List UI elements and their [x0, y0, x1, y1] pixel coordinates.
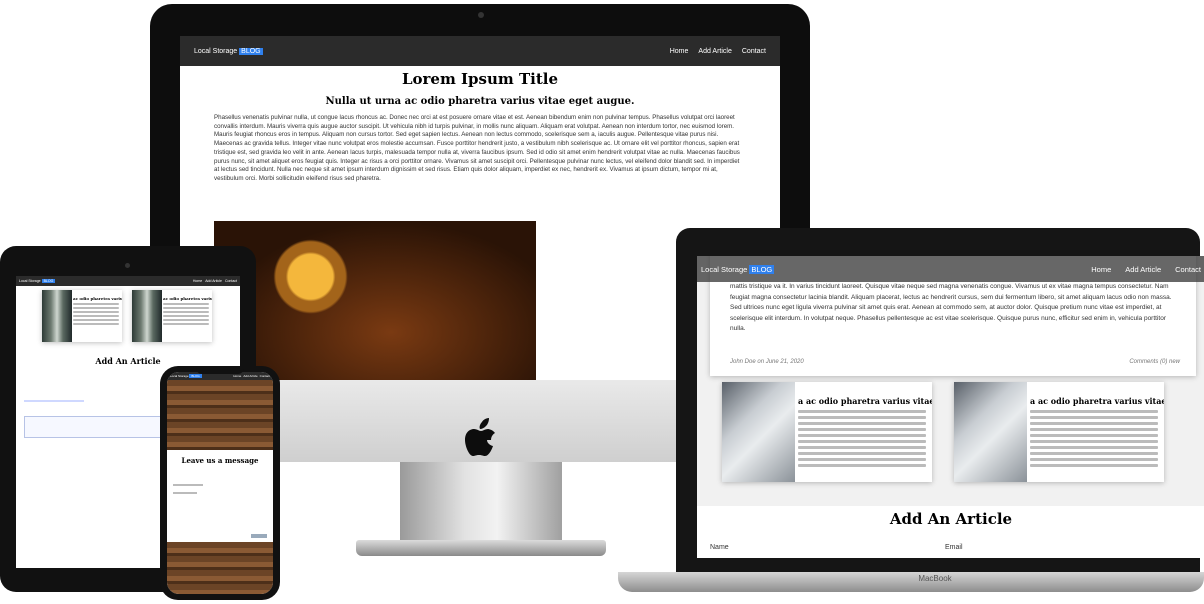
brand-logo[interactable]: Local Storage BLOG: [701, 264, 775, 274]
nav-home-link[interactable]: Home: [670, 48, 689, 55]
nav-contact-link[interactable]: Contact: [225, 279, 237, 283]
brand-tag: BLOG: [41, 279, 56, 283]
brand-name: Local Storage: [170, 374, 189, 378]
brand-name: Local Storage: [194, 47, 238, 55]
post-card[interactable]: a ac odio pharetra varius vitae e: [954, 382, 1164, 482]
nav-home-link[interactable]: Home: [193, 279, 202, 283]
nav-home-link[interactable]: Home: [233, 374, 241, 378]
article-card-text: mattis tristique va it. In varius tincid…: [730, 283, 1172, 332]
post-card[interactable]: ac odio pharetra varius vitae: [132, 290, 212, 342]
post-card-title: ac odio pharetra varius vitae: [73, 296, 122, 301]
brand-logo[interactable]: Local Storage BLOG: [170, 374, 202, 378]
post-card-title: a ac odio pharetra varius vitae e: [798, 396, 932, 406]
macbook-screen: mattis tristique va it. In varius tincid…: [697, 256, 1204, 558]
imac-camera: [478, 12, 484, 18]
add-article-section: Add An Article Name Email: [697, 506, 1204, 558]
post-card-image: [722, 382, 795, 482]
post-card[interactable]: a ac odio pharetra varius vitae e: [722, 382, 932, 482]
brand-name: Local Storage: [701, 264, 748, 274]
form-input[interactable]: [173, 484, 203, 486]
send-button[interactable]: [251, 534, 267, 538]
article-body: Phasellus venenatis pulvinar nulla, ut c…: [214, 114, 740, 182]
nav-home-link[interactable]: Home: [1091, 265, 1111, 274]
contact-hero-image: [167, 380, 273, 450]
add-article-title: Add An Article: [889, 510, 1013, 528]
post-card-title: a ac odio pharetra varius vitae e: [1030, 396, 1164, 406]
brand-logo[interactable]: Local Storage BLOG: [194, 47, 263, 55]
apple-logo-icon: [465, 418, 495, 456]
navbar: Local Storage BLOG Home Add Article Cont…: [697, 256, 1204, 282]
form-input[interactable]: [24, 400, 84, 402]
contact-form: Leave us a message: [167, 450, 273, 542]
brand-tag: BLOG: [239, 47, 263, 55]
nav-add-article-link[interactable]: Add Article: [1125, 265, 1161, 274]
email-label: Email: [945, 544, 963, 551]
nav-contact-link[interactable]: Contact: [260, 374, 270, 378]
contact-title: Leave us a message: [181, 456, 259, 465]
brand-tag: BLOG: [749, 264, 775, 274]
comments-link[interactable]: Comments (0) new: [1129, 359, 1180, 365]
imac-stand: [400, 462, 562, 542]
tablet-camera: [125, 263, 130, 268]
post-card-title: ac odio pharetra varius vitae: [163, 296, 212, 301]
navbar: Local Storage BLOG Home Add Article Cont…: [180, 36, 780, 66]
brand-name: Local Storage: [19, 279, 41, 283]
device-mockup-stage: Local Storage BLOG Home Add Article Cont…: [0, 0, 1204, 604]
nav-contact-link[interactable]: Contact: [742, 48, 766, 55]
navbar: Local Storage BLOG Home Add Article Contac…: [16, 276, 240, 286]
form-input[interactable]: [173, 492, 197, 494]
name-label: Name: [710, 544, 729, 551]
footer-image: [167, 542, 273, 594]
post-card-image: [132, 290, 162, 342]
imac-foot: [356, 540, 606, 556]
post-card-excerpt: [73, 303, 119, 327]
post-card-image: [42, 290, 72, 342]
post-card[interactable]: ac odio pharetra varius vitae: [42, 290, 122, 342]
article-title: Lorem Ipsum Title: [401, 70, 559, 88]
brand-logo[interactable]: Local Storage BLOG: [19, 279, 56, 283]
add-article-title: Add An Article: [95, 356, 161, 366]
phone-screen: Local Storage BLOG Home Add Article Contac…: [167, 372, 273, 594]
phone-notch: [196, 366, 244, 374]
article-author: John Doe on June 21, 2020: [730, 359, 804, 365]
post-card-excerpt: [163, 303, 209, 327]
brand-tag: BLOG: [189, 374, 202, 378]
post-card-excerpt: [1030, 410, 1158, 470]
nav-add-article-link[interactable]: Add Article: [698, 48, 731, 55]
nav-contact-link[interactable]: Contact: [1175, 265, 1201, 274]
post-card-image: [954, 382, 1027, 482]
nav-add-article-link[interactable]: Add Article: [205, 279, 222, 283]
macbook-label: MacBook: [918, 574, 952, 583]
article-photo-woman-flower: [214, 221, 536, 380]
post-card-excerpt: [798, 410, 926, 470]
article-subtitle: Nulla ut urna ac odio pharetra varius vi…: [325, 96, 635, 107]
nav-add-article-link[interactable]: Add Article: [243, 374, 257, 378]
